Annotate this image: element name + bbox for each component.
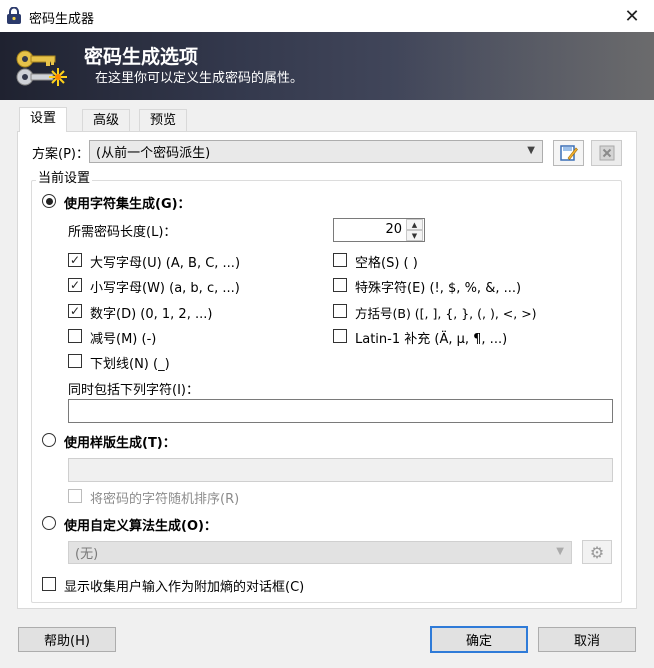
algorithm-dropdown[interactable]: (无) ▼ xyxy=(68,541,572,564)
cancel-button[interactable]: 取消 xyxy=(538,627,636,652)
tab-settings[interactable]: 设置 xyxy=(19,107,68,132)
lowercase-label: 小写字母(W) (a, b, c, ...) xyxy=(90,281,240,296)
entropy-dialog-checkbox[interactable] xyxy=(42,577,56,591)
save-profile-button[interactable] xyxy=(553,140,584,166)
spin-up-icon[interactable]: ▲ xyxy=(406,219,423,230)
include-chars-label: 同时包括下列字符(I)： xyxy=(68,383,199,398)
minus-label: 减号(M) (-) xyxy=(90,332,157,347)
tab-advanced[interactable]: 高级 xyxy=(82,109,131,131)
digits-checkbox[interactable]: ✓ xyxy=(68,304,82,318)
banner-title: 密码生成选项 xyxy=(84,46,199,68)
help-button[interactable]: 帮助(H) xyxy=(18,627,116,652)
delete-profile-icon xyxy=(599,145,614,161)
profile-value: (从前一个密码派生) xyxy=(96,146,211,161)
banner-subtitle: 在这里你可以定义生成密码的属性。 xyxy=(95,71,304,86)
save-profile-icon xyxy=(559,145,578,161)
chevron-down-icon: ▼ xyxy=(556,546,564,557)
header-banner: 密码生成选项 在这里你可以定义生成密码的属性。 xyxy=(0,32,654,100)
underscore-checkbox[interactable] xyxy=(68,354,82,368)
keys-generate-icon xyxy=(16,50,67,86)
latin1-label: Latin-1 补充 (Ä, µ, ¶, ...) xyxy=(355,332,508,347)
charset-mode-label: 使用字符集生成(G)： xyxy=(64,197,191,212)
close-icon[interactable]: ✕ xyxy=(618,4,646,28)
current-settings-title: 当前设置 xyxy=(36,167,93,186)
algorithm-value: (无) xyxy=(75,547,99,562)
algorithm-settings-button[interactable]: ⚙ xyxy=(582,540,612,564)
custom-mode-radio[interactable] xyxy=(42,516,56,530)
length-stepper[interactable]: 20 ▲ ▼ xyxy=(333,218,425,242)
shuffle-label: 将密码的字符随机排序(R) xyxy=(90,492,240,507)
underscore-label: 下划线(N) (_) xyxy=(90,357,170,372)
space-label: 空格(S) ( ) xyxy=(355,256,418,271)
uppercase-checkbox[interactable]: ✓ xyxy=(68,253,82,267)
entropy-dialog-label: 显示收集用户输入作为附加熵的对话框(C) xyxy=(64,580,305,595)
lowercase-checkbox[interactable]: ✓ xyxy=(68,278,82,292)
brackets-label: 方括号(B) ([, ], {, }, (, ), <, >) xyxy=(355,306,537,321)
minus-checkbox[interactable] xyxy=(68,329,82,343)
include-chars-input[interactable] xyxy=(68,399,613,423)
pattern-input[interactable] xyxy=(68,458,613,482)
uppercase-label: 大写字母(U) (A, B, C, ...) xyxy=(90,256,241,271)
custom-mode-label: 使用自定义算法生成(O)： xyxy=(64,519,217,534)
length-value: 20 xyxy=(385,222,402,237)
spin-down-icon[interactable]: ▼ xyxy=(406,230,423,241)
length-label: 所需密码长度(L)： xyxy=(68,225,177,240)
gear-icon: ⚙ xyxy=(589,542,605,562)
profile-label: 方案(P)： xyxy=(32,147,89,162)
profile-dropdown[interactable]: (从前一个密码派生) ▼ xyxy=(89,140,543,163)
title-bar xyxy=(0,0,654,32)
delete-profile-button[interactable] xyxy=(591,140,622,166)
shuffle-checkbox[interactable] xyxy=(68,489,82,503)
digits-label: 数字(D) (0, 1, 2, ...) xyxy=(90,307,213,322)
special-checkbox[interactable] xyxy=(333,278,347,292)
space-checkbox[interactable] xyxy=(333,253,347,267)
ok-button[interactable]: 确定 xyxy=(430,626,528,653)
pattern-mode-radio[interactable] xyxy=(42,433,56,447)
charset-mode-radio[interactable] xyxy=(42,194,56,208)
banner-decoration xyxy=(394,32,654,100)
window-title: 密码生成器 xyxy=(29,12,95,27)
special-label: 特殊字符(E) (!, $, %, &, ...) xyxy=(355,281,522,296)
latin1-checkbox[interactable] xyxy=(333,329,347,343)
tab-preview[interactable]: 预览 xyxy=(139,109,188,131)
app-lock-icon xyxy=(7,7,21,24)
brackets-checkbox[interactable] xyxy=(333,304,347,318)
chevron-down-icon: ▼ xyxy=(527,145,535,156)
pattern-mode-label: 使用样版生成(T)： xyxy=(64,436,176,451)
